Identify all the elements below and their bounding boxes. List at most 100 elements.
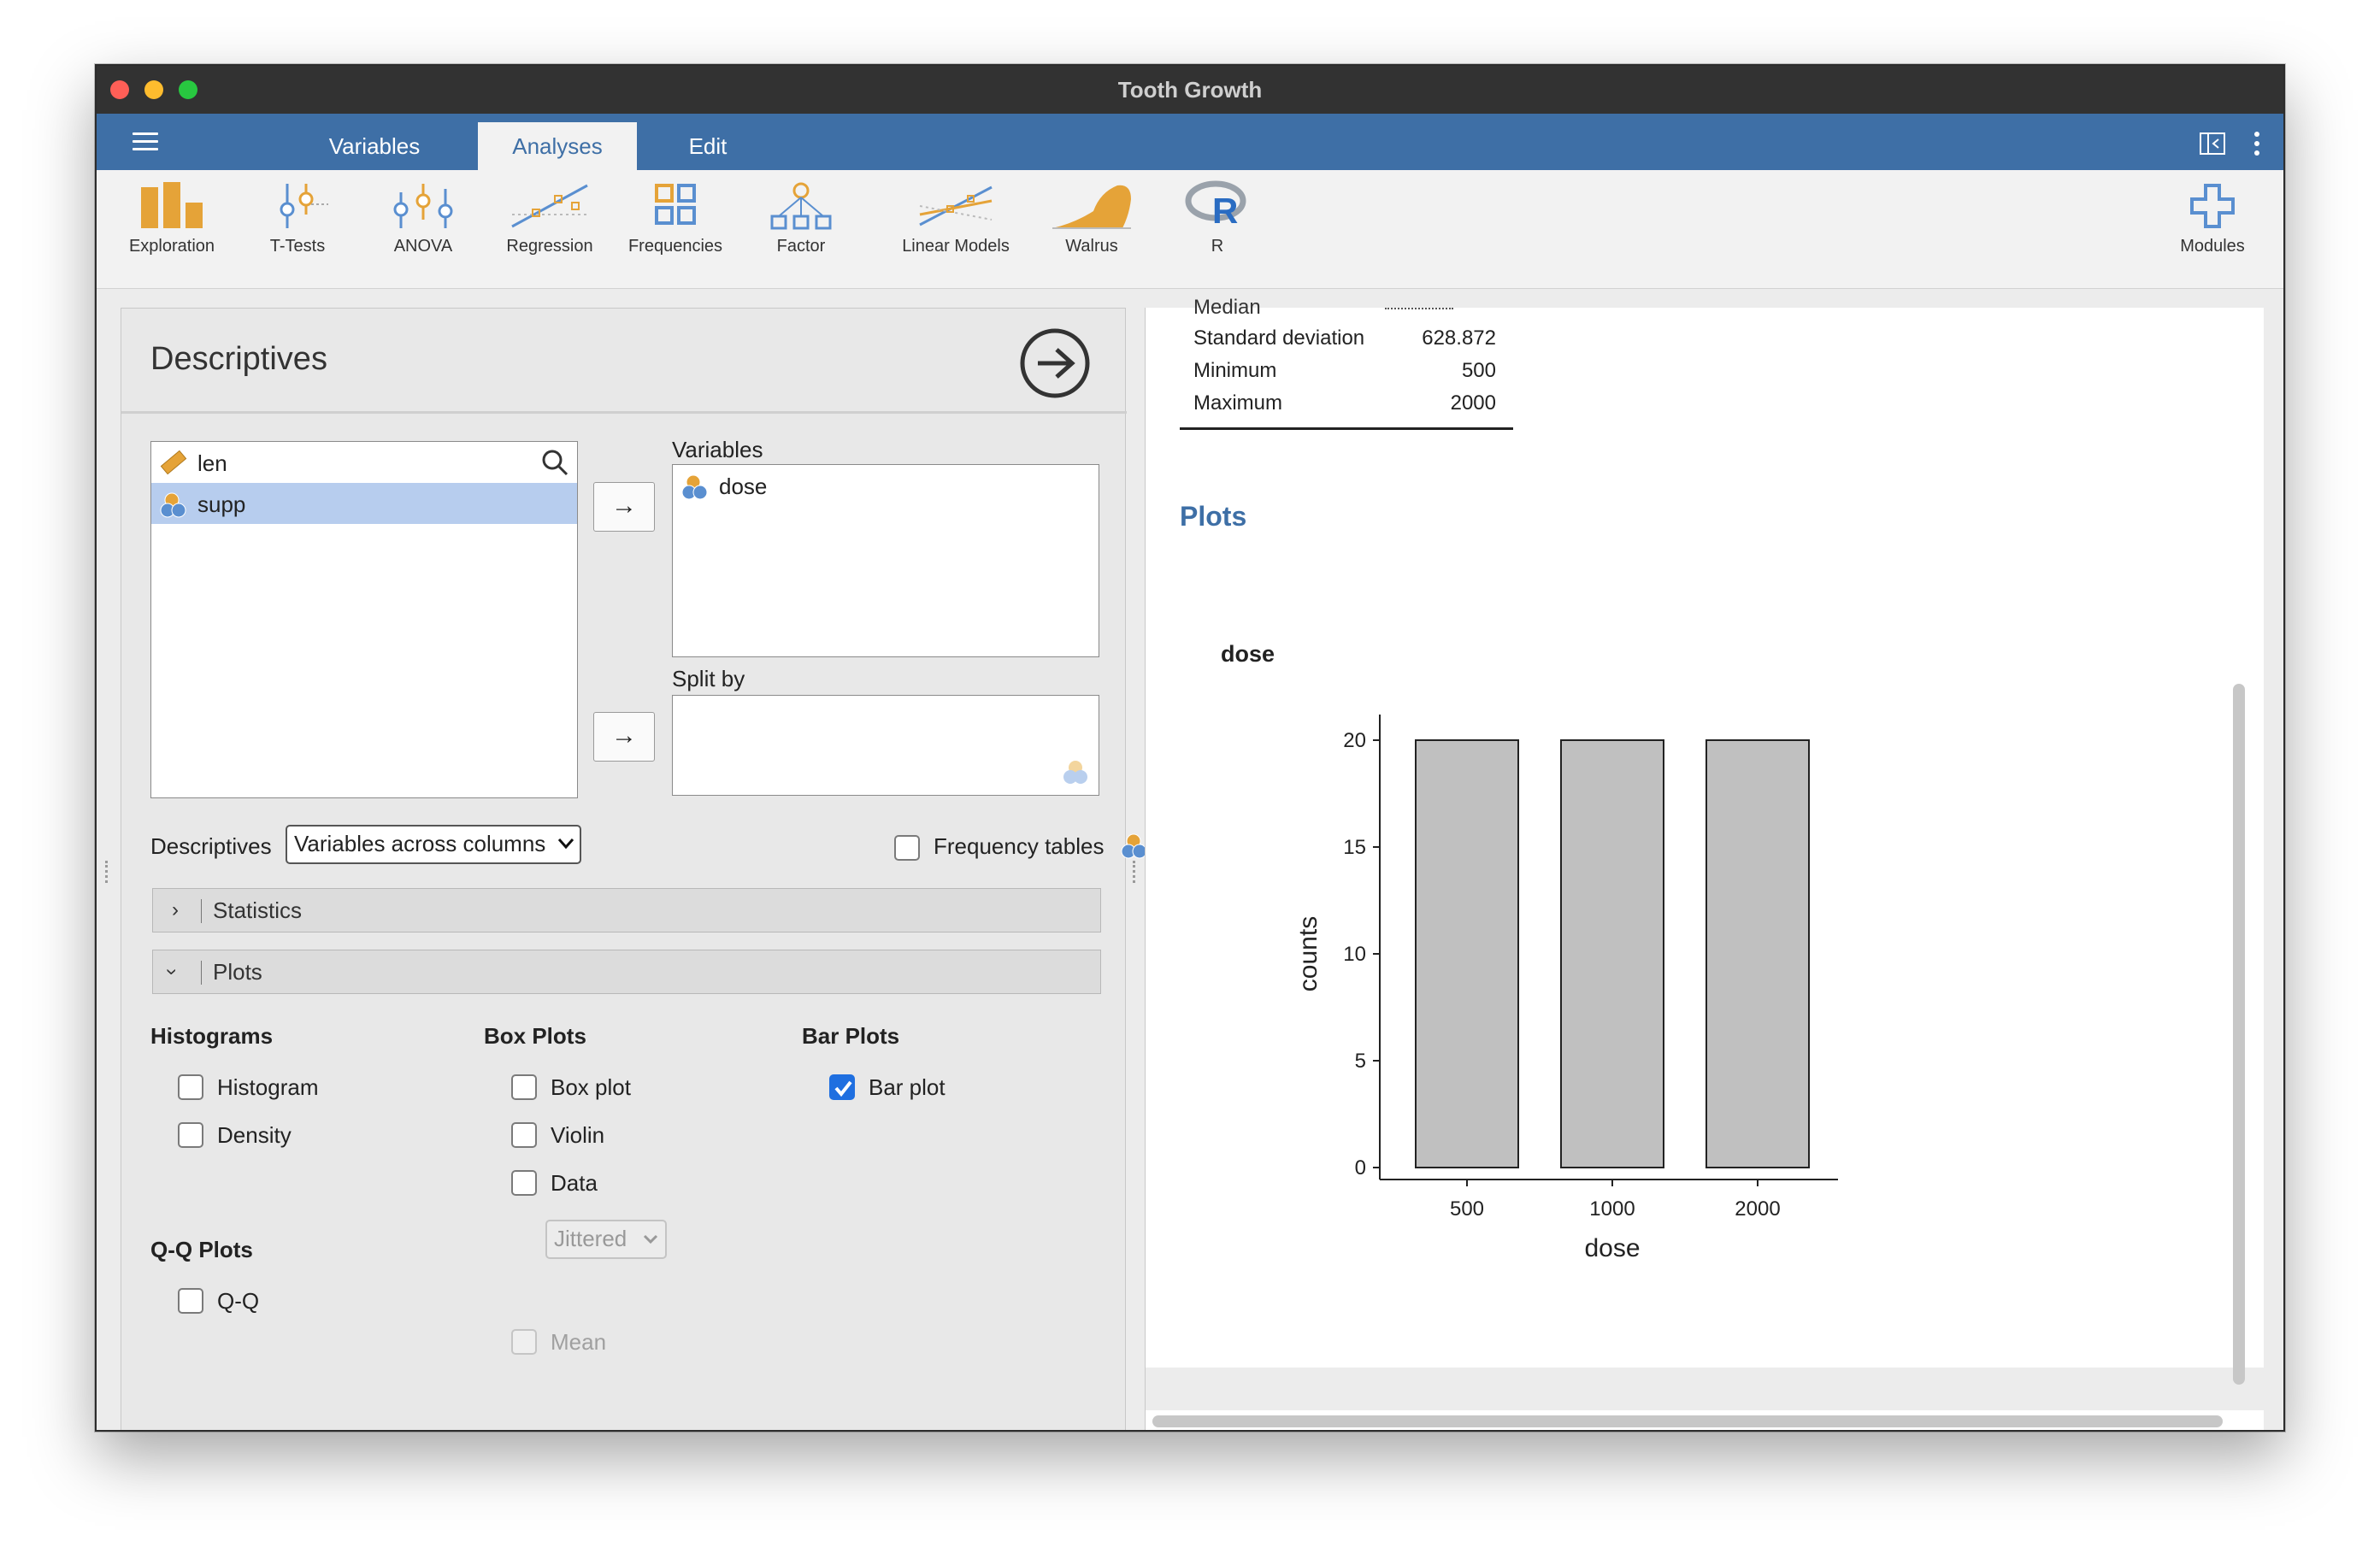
qq-label: Q-Q [217,1288,260,1314]
analyses-toolbar: Exploration T-Tests ANOVA Regression Fre… [97,170,2283,289]
title-divider [121,411,1127,414]
variables-label: Variables [672,437,763,462]
exploration-icon [141,182,203,228]
results-panel: Median Standard deviation 628.872 Minimu… [1145,296,2264,1430]
x-axis-title: dose [1584,1234,1640,1262]
results-footer [1146,1368,2264,1410]
jitter-select[interactable]: Jittered [545,1220,667,1259]
mean-label: Mean [551,1329,607,1355]
tab-variables[interactable]: Variables [302,122,447,170]
bar-plot-label: Bar plot [869,1074,946,1100]
anova-button[interactable]: ANOVA [363,180,483,256]
y-tick-label: 20 [1343,729,1366,752]
stat-value: 2000 [1450,391,1496,415]
histogram-checkbox[interactable] [178,1074,203,1100]
plus-icon [2190,184,2235,228]
list-item[interactable]: supp [151,483,577,524]
layout-select[interactable]: Variables across columns [286,825,581,864]
partial-stat-value [1385,297,1453,309]
plot-subtitle: dose [1221,641,1275,667]
x-tick-label: 500 [1450,1197,1484,1221]
qq-plots-header: Q-Q Plots [150,1237,253,1262]
bar [1705,739,1810,1168]
close-window-button[interactable] [110,80,129,99]
stat-value: 500 [1461,359,1496,382]
y-tick-label: 0 [1355,1156,1366,1180]
x-tick-label: 1000 [1589,1197,1635,1221]
frequency-tables-checkbox[interactable] [894,835,920,861]
walrus-button[interactable]: Walrus [1032,180,1152,256]
chevron-right-icon: › [172,898,179,921]
factor-button[interactable]: Factor [741,180,861,256]
mean-checkbox[interactable] [511,1329,537,1355]
list-item[interactable]: len [151,442,577,483]
frequency-tables-label: Frequency tables [934,833,1105,859]
plots-section-header[interactable]: › Plots [152,950,1101,994]
plots-heading: Plots [1180,501,1247,532]
statistics-section-header[interactable]: › Statistics [152,888,1101,932]
box-plot-checkbox[interactable] [511,1074,537,1100]
x-tick-label: 2000 [1735,1197,1780,1221]
qq-checkbox[interactable] [178,1288,203,1314]
source-variable-list[interactable]: len supp [150,441,578,798]
vertical-scrollbar[interactable] [2233,684,2245,1385]
linear-models-button[interactable]: Linear Models [879,180,1033,256]
histogram-label: Histogram [217,1074,319,1100]
histograms-header: Histograms [150,1023,274,1049]
window-title: Tooth Growth [1117,77,1263,103]
t-tests-icon [280,184,328,228]
more-options-icon[interactable] [2253,131,2261,156]
add-to-variables-button[interactable]: → [593,482,655,532]
data-checkbox[interactable] [511,1170,537,1196]
nominal-faded-icon [1063,761,1087,784]
split-by-target-list[interactable] [672,695,1099,796]
checkmark-icon [834,1080,852,1097]
run-arrow-icon[interactable] [1019,327,1091,399]
box-plots-header: Box Plots [484,1023,586,1049]
hamburger-menu-icon[interactable] [133,132,158,151]
walrus-icon [1052,185,1131,229]
tab-edit[interactable]: Edit [652,122,763,170]
factor-icon [770,182,832,230]
y-tick-label: 5 [1355,1050,1366,1073]
y-axis-title: counts [1294,916,1323,991]
linear-models-icon [919,185,993,226]
search-icon[interactable] [541,449,568,476]
regression-button[interactable]: Regression [490,180,610,256]
table-bottom-rule [1180,427,1513,430]
list-item[interactable]: dose [673,465,1099,506]
nominal-icon [160,492,186,518]
horizontal-scrollbar[interactable] [1152,1415,2223,1427]
variables-target-list[interactable]: dose [672,464,1099,657]
y-tick-label: 15 [1343,836,1366,859]
bar-chart: 0 5 10 15 20 500 1000 2000 dose counts [1294,715,1838,1262]
density-checkbox[interactable] [178,1122,203,1148]
modules-button[interactable]: Modules [2153,180,2272,256]
violin-checkbox[interactable] [511,1122,537,1148]
left-splitter-handle[interactable] [105,861,111,883]
frequencies-button[interactable]: Frequencies [616,180,735,256]
minimize-window-button[interactable] [144,80,163,99]
center-splitter-handle[interactable] [1133,861,1139,883]
regression-icon [511,184,588,228]
data-label: Data [551,1170,598,1196]
chevron-down-icon [557,838,574,850]
add-to-split-by-button[interactable]: → [593,712,655,762]
title-bar: Tooth Growth [97,66,2283,114]
t-tests-button[interactable]: T-Tests [238,180,357,256]
panel-title: Descriptives [150,341,327,377]
exploration-button[interactable]: Exploration [112,180,232,256]
violin-label: Violin [551,1122,605,1148]
nominal-icon [681,474,708,500]
ruler-icon [160,450,187,475]
app-window: Tooth Growth Variables Data Analyses Edi… [95,64,2285,1432]
svg-text:R: R [1212,191,1238,231]
split-by-label: Split by [672,666,745,691]
r-button[interactable]: R R [1158,180,1277,256]
zoom-window-button[interactable] [179,80,197,99]
tab-analyses[interactable]: Analyses [478,122,637,170]
density-label: Density [217,1122,292,1148]
bar-plot-checkbox[interactable] [829,1074,855,1100]
frequencies-icon [655,184,696,225]
toggle-panel-icon[interactable] [2200,132,2225,155]
